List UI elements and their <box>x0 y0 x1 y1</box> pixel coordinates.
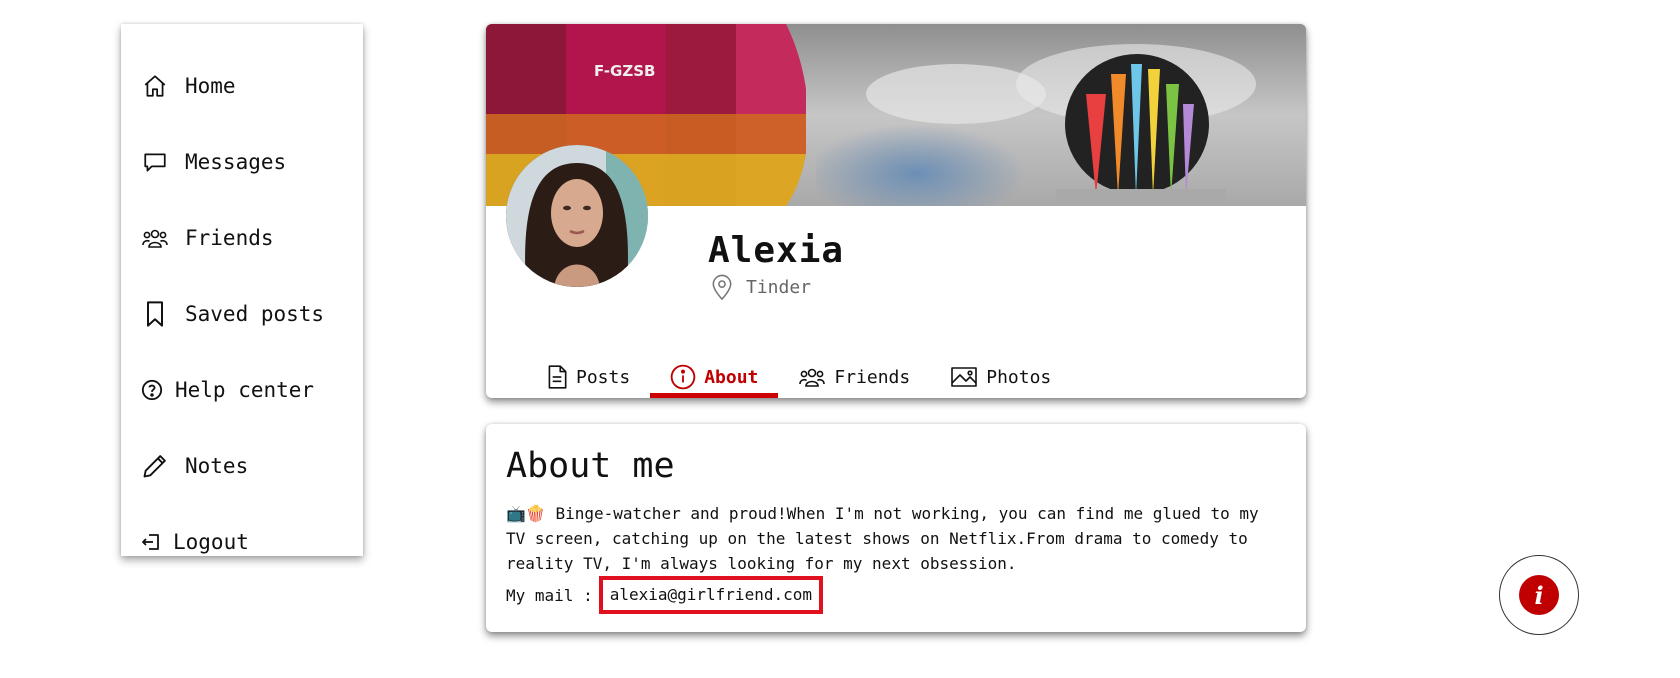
logout-icon <box>141 528 161 556</box>
help-icon <box>141 376 163 404</box>
document-icon <box>546 364 568 390</box>
sidebar-item-logout[interactable]: Logout <box>141 522 249 562</box>
mail-label: My mail : <box>506 585 593 605</box>
friends-icon <box>798 365 826 389</box>
sidebar-item-notes[interactable]: Notes <box>141 446 248 486</box>
tab-posts[interactable]: Posts <box>526 356 650 398</box>
image-icon <box>950 365 978 389</box>
tab-photos[interactable]: Photos <box>930 356 1071 398</box>
profile-tabs: Posts About Friends Photos <box>526 356 1071 398</box>
message-icon <box>141 148 169 176</box>
profile-name: Alexia <box>708 230 845 271</box>
sidebar-item-label: Notes <box>185 454 249 478</box>
location-pin-icon <box>710 274 734 301</box>
bookmark-icon <box>141 300 169 328</box>
tab-about[interactable]: About <box>650 356 779 398</box>
info-icon: i <box>1519 575 1559 615</box>
sidebar-item-label: Home <box>185 74 236 98</box>
tab-label: Photos <box>986 366 1052 388</box>
sidebar-item-saved-posts[interactable]: Saved posts <box>141 294 324 334</box>
mail-value[interactable]: alexia@girlfriend.com <box>598 576 823 614</box>
tab-friends[interactable]: Friends <box>778 356 930 398</box>
sidebar-item-label: Help center <box>175 378 315 402</box>
sidebar: Home Messages Friends Saved posts Help c… <box>121 24 363 556</box>
svg-text:F-GZSB: F-GZSB <box>594 62 655 80</box>
about-title: About me <box>506 446 675 486</box>
location: Tinder <box>710 274 811 301</box>
home-icon <box>141 72 169 100</box>
info-button[interactable]: i <box>1499 555 1579 635</box>
tab-label: About <box>704 366 759 388</box>
sidebar-item-messages[interactable]: Messages <box>141 142 286 182</box>
about-card: About me 📺🍿 Binge-watcher and proud!When… <box>486 424 1306 632</box>
sidebar-item-label: Friends <box>185 226 274 250</box>
avatar[interactable] <box>506 145 648 287</box>
profile-card: F-GZSB Alexia Tinder Posts About Friends… <box>486 24 1306 398</box>
friends-icon <box>141 224 169 252</box>
tab-label: Friends <box>834 366 911 388</box>
pencil-icon <box>141 452 169 480</box>
tab-label: Posts <box>576 366 631 388</box>
location-text: Tinder <box>746 277 812 298</box>
sidebar-item-home[interactable]: Home <box>141 66 236 106</box>
sidebar-item-label: Logout <box>173 530 249 554</box>
sidebar-item-friends[interactable]: Friends <box>141 218 274 258</box>
sidebar-item-label: Saved posts <box>185 302 325 326</box>
about-bio: 📺🍿 Binge-watcher and proud!When I'm not … <box>506 504 1269 573</box>
mail-line: My mail : alexia@girlfriend.com <box>506 576 823 614</box>
info-icon <box>670 364 696 390</box>
sidebar-item-help-center[interactable]: Help center <box>141 370 314 410</box>
sidebar-item-label: Messages <box>185 150 287 174</box>
